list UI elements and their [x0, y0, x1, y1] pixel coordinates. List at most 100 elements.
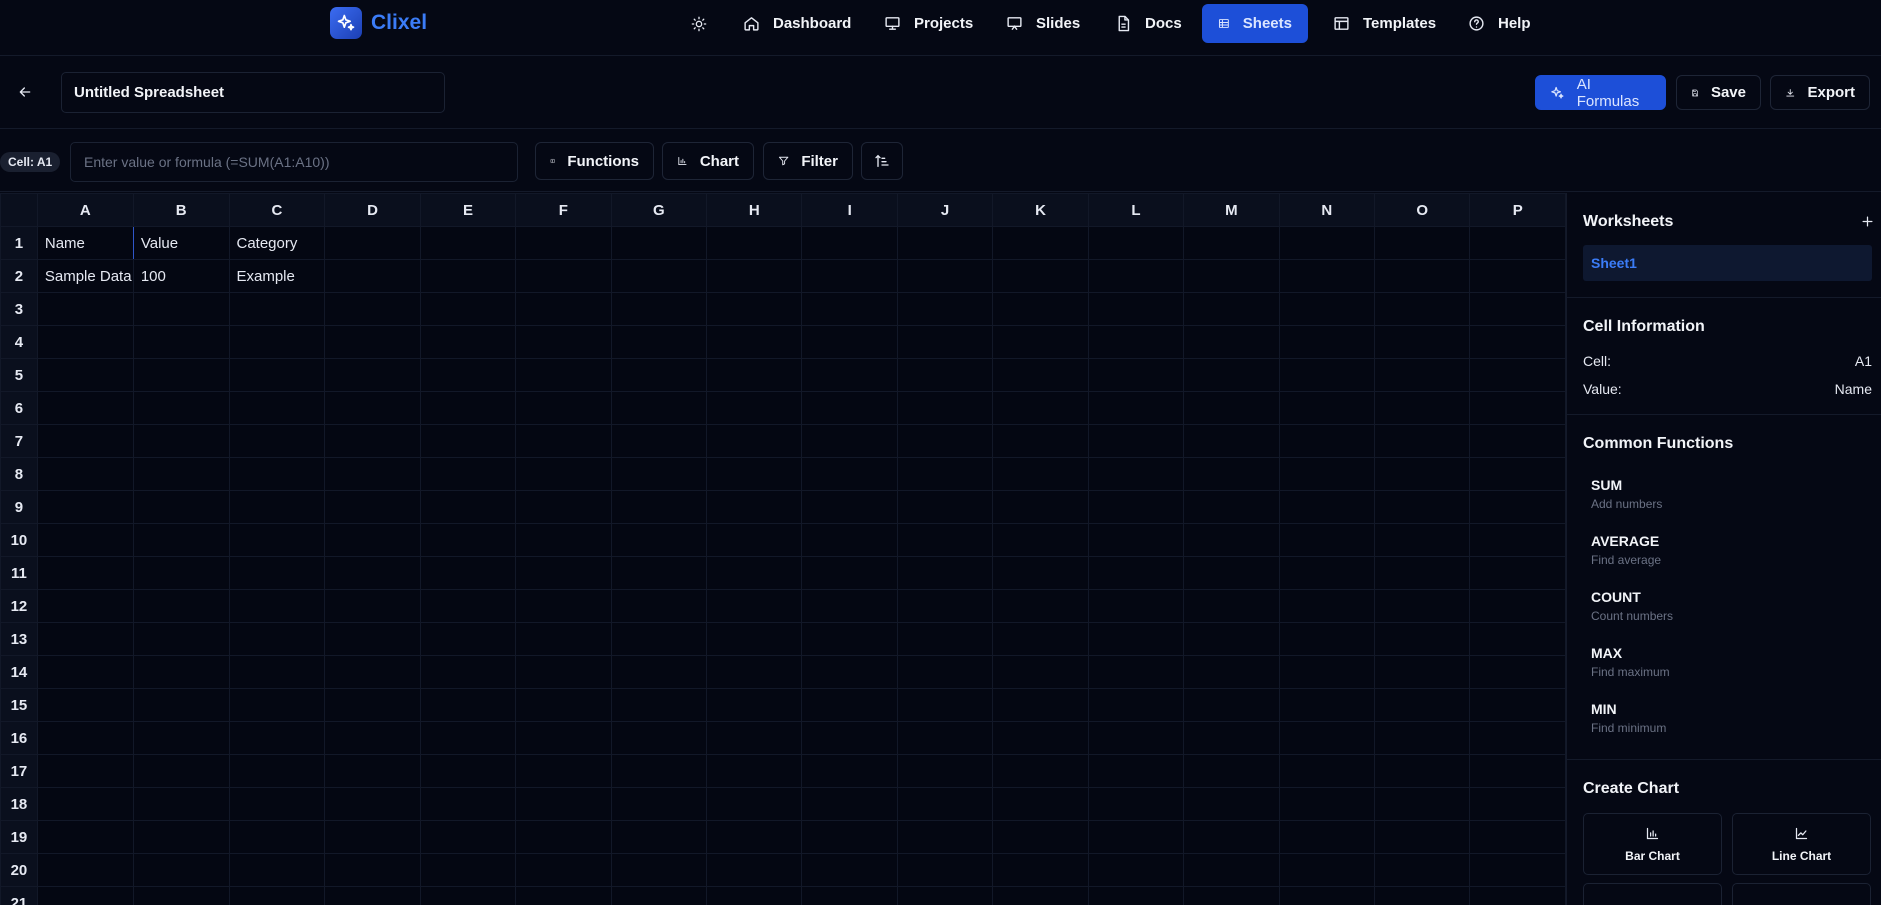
brand-logo[interactable]: Clixel — [330, 7, 427, 39]
cell-k4[interactable] — [992, 325, 1089, 359]
row-header[interactable]: 19 — [0, 820, 38, 854]
cell-b1[interactable]: Value — [132, 226, 230, 260]
cell-h17[interactable] — [706, 754, 803, 788]
cell-p11[interactable] — [1469, 556, 1566, 590]
cell-o12[interactable] — [1374, 589, 1471, 623]
cell-m9[interactable] — [1183, 490, 1280, 524]
cell-m11[interactable] — [1183, 556, 1280, 590]
cell-d8[interactable] — [324, 457, 421, 491]
cell-i13[interactable] — [801, 622, 898, 656]
column-header-m[interactable]: M — [1183, 193, 1280, 227]
cell-i5[interactable] — [801, 358, 898, 392]
cell-n6[interactable] — [1278, 391, 1376, 425]
cell-f12[interactable] — [515, 589, 612, 623]
cell-b14[interactable] — [132, 655, 230, 689]
cell-h20[interactable] — [706, 853, 803, 887]
cell-a13[interactable] — [36, 622, 134, 656]
cell-g14[interactable] — [610, 655, 708, 689]
cell-m15[interactable] — [1183, 688, 1280, 722]
cell-f4[interactable] — [515, 325, 612, 359]
cell-l4[interactable] — [1087, 325, 1185, 359]
cell-l11[interactable] — [1087, 556, 1185, 590]
cell-f1[interactable] — [515, 226, 612, 260]
cell-h21[interactable] — [706, 886, 803, 905]
cell-a15[interactable] — [36, 688, 134, 722]
cell-l12[interactable] — [1087, 589, 1185, 623]
cell-c14[interactable] — [228, 655, 326, 689]
cell-c21[interactable] — [228, 886, 326, 905]
row-header[interactable]: 14 — [0, 655, 38, 689]
cell-j4[interactable] — [896, 325, 994, 359]
cell-a20[interactable] — [36, 853, 134, 887]
cell-h9[interactable] — [706, 490, 803, 524]
cell-a10[interactable] — [36, 523, 134, 557]
cell-a6[interactable] — [36, 391, 134, 425]
cell-f9[interactable] — [515, 490, 612, 524]
cell-c16[interactable] — [228, 721, 326, 755]
cell-m1[interactable] — [1183, 226, 1280, 260]
cell-h5[interactable] — [706, 358, 803, 392]
function-item-sum[interactable]: SUM Add numbers — [1591, 477, 1861, 511]
cell-e5[interactable] — [419, 358, 517, 392]
cell-d9[interactable] — [324, 490, 421, 524]
cell-e19[interactable] — [419, 820, 517, 854]
cell-o9[interactable] — [1374, 490, 1471, 524]
cell-h10[interactable] — [706, 523, 803, 557]
cell-p16[interactable] — [1469, 721, 1566, 755]
row-header[interactable]: 8 — [0, 457, 38, 491]
table-chart-button[interactable] — [1732, 883, 1871, 905]
cell-g15[interactable] — [610, 688, 708, 722]
function-item-count[interactable]: COUNT Count numbers — [1591, 589, 1861, 623]
line-chart-button[interactable]: Line Chart — [1732, 813, 1871, 875]
nav-slides[interactable]: Slides — [990, 4, 1096, 43]
cell-b2[interactable]: 100 — [132, 259, 230, 293]
cell-c13[interactable] — [228, 622, 326, 656]
cell-j11[interactable] — [896, 556, 994, 590]
bar-chart-button[interactable]: Bar Chart — [1583, 813, 1722, 875]
cell-n1[interactable] — [1278, 226, 1376, 260]
cell-o7[interactable] — [1374, 424, 1471, 458]
cell-n21[interactable] — [1278, 886, 1376, 905]
cell-l8[interactable] — [1087, 457, 1185, 491]
column-header-g[interactable]: G — [610, 193, 708, 227]
cell-f16[interactable] — [515, 721, 612, 755]
cell-e20[interactable] — [419, 853, 517, 887]
cell-i3[interactable] — [801, 292, 898, 326]
cell-c20[interactable] — [228, 853, 326, 887]
cell-b13[interactable] — [132, 622, 230, 656]
cell-a16[interactable] — [36, 721, 134, 755]
cell-o13[interactable] — [1374, 622, 1471, 656]
cell-f15[interactable] — [515, 688, 612, 722]
cell-a19[interactable] — [36, 820, 134, 854]
cell-k12[interactable] — [992, 589, 1089, 623]
row-header[interactable]: 11 — [0, 556, 38, 590]
cell-o21[interactable] — [1374, 886, 1471, 905]
cell-m19[interactable] — [1183, 820, 1280, 854]
cell-o16[interactable] — [1374, 721, 1471, 755]
row-header[interactable]: 20 — [0, 853, 38, 887]
cell-e15[interactable] — [419, 688, 517, 722]
cell-j6[interactable] — [896, 391, 994, 425]
cell-e4[interactable] — [419, 325, 517, 359]
functions-button[interactable]: Functions — [535, 142, 654, 180]
cell-h8[interactable] — [706, 457, 803, 491]
cell-p9[interactable] — [1469, 490, 1566, 524]
sort-button[interactable] — [861, 142, 903, 180]
cell-n7[interactable] — [1278, 424, 1376, 458]
row-header[interactable]: 15 — [0, 688, 38, 722]
row-header[interactable]: 9 — [0, 490, 38, 524]
cell-i9[interactable] — [801, 490, 898, 524]
cell-i15[interactable] — [801, 688, 898, 722]
nav-projects[interactable]: Projects — [868, 4, 989, 43]
row-header[interactable]: 16 — [0, 721, 38, 755]
cell-o17[interactable] — [1374, 754, 1471, 788]
cell-i10[interactable] — [801, 523, 898, 557]
cell-b19[interactable] — [132, 820, 230, 854]
cell-f3[interactable] — [515, 292, 612, 326]
cell-i21[interactable] — [801, 886, 898, 905]
cell-o1[interactable] — [1374, 226, 1471, 260]
cell-j21[interactable] — [896, 886, 994, 905]
cell-d5[interactable] — [324, 358, 421, 392]
formula-input[interactable] — [70, 142, 518, 182]
row-header[interactable]: 13 — [0, 622, 38, 656]
